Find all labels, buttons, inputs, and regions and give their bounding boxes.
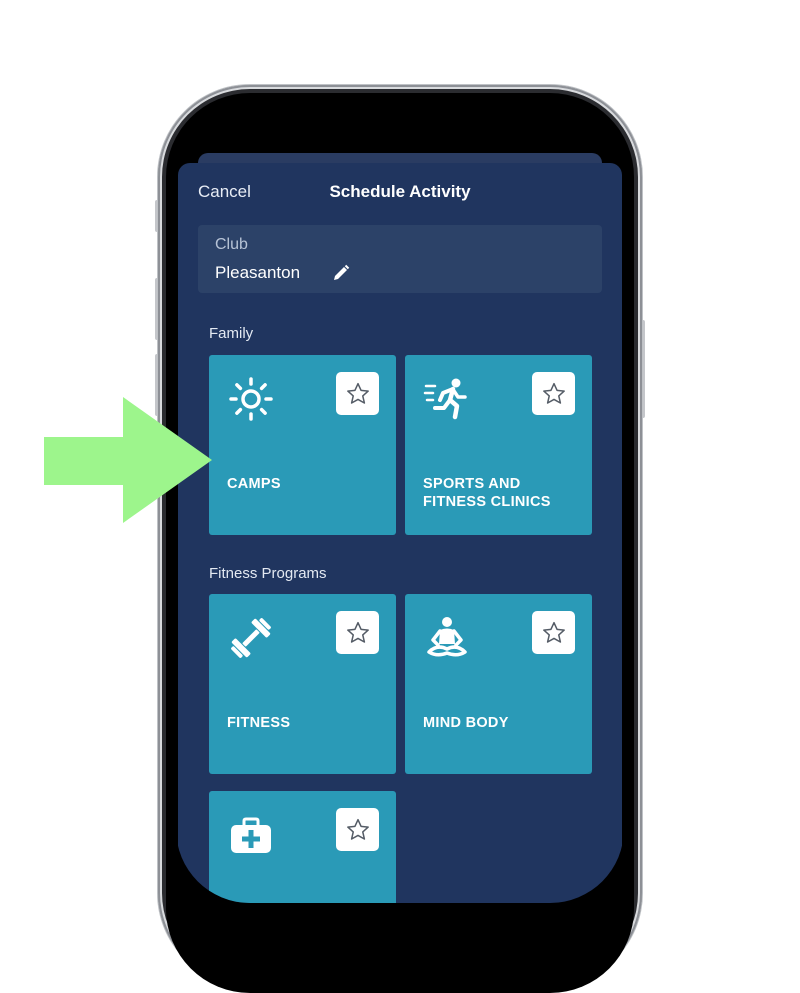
tile-label: MIND BODY: [423, 715, 509, 731]
favorite-star-button[interactable]: [336, 808, 379, 851]
activity-tile-fitness[interactable]: FITNESS: [209, 594, 396, 774]
section-label-family: Family: [209, 325, 254, 342]
club-label: Club: [215, 236, 248, 253]
activity-tile-sports-and-fitness-clinics[interactable]: SPORTS AND FITNESS CLINICS: [405, 355, 592, 535]
favorite-star-button[interactable]: [336, 611, 379, 654]
section-label-fitness-programs: Fitness Programs: [209, 565, 327, 582]
highlight-arrow: [44, 397, 212, 523]
star-icon: [346, 621, 369, 643]
tile-label: SPORTS AND FITNESS CLINICS: [423, 476, 551, 510]
schedule-activity-sheet: Cancel Schedule Activity Club Pleasanton…: [178, 163, 622, 903]
activity-tile-mind-body[interactable]: MIND BODY: [405, 594, 592, 774]
favorite-star-button[interactable]: [532, 611, 575, 654]
favorite-star-button[interactable]: [336, 372, 379, 415]
page-title: Schedule Activity: [329, 182, 471, 201]
star-icon: [542, 621, 565, 643]
dumbbell-icon: [231, 618, 271, 658]
pencil-icon[interactable]: [331, 263, 351, 283]
activity-tile-camps[interactable]: CAMPS: [209, 355, 396, 535]
favorite-star-button[interactable]: [532, 372, 575, 415]
sun-icon: [229, 377, 273, 421]
club-value: Pleasanton: [215, 263, 301, 282]
activity-tile-medical[interactable]: [209, 791, 396, 903]
running-person-icon: [423, 378, 467, 420]
phone-screen: Cancel Schedule Activity Club Pleasanton…: [176, 103, 624, 903]
tile-label: FITNESS: [227, 715, 291, 731]
star-icon: [346, 382, 369, 404]
first-aid-kit-icon: [231, 817, 271, 853]
meditation-icon: [427, 617, 467, 657]
club-selector[interactable]: Club Pleasanton: [198, 225, 602, 293]
tile-label: CAMPS: [227, 476, 281, 492]
star-icon: [542, 382, 565, 404]
star-icon: [346, 818, 369, 840]
